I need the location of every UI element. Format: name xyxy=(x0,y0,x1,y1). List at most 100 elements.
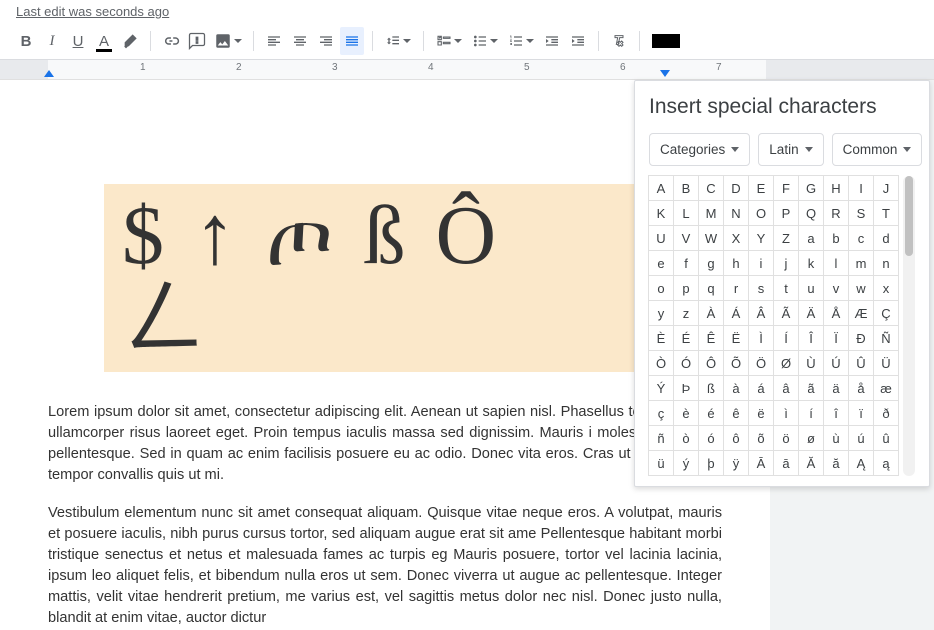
char-cell[interactable]: Ã xyxy=(773,300,799,326)
numbered-list-button[interactable] xyxy=(504,27,538,55)
char-cell[interactable]: b xyxy=(823,225,849,251)
char-cell[interactable]: a xyxy=(798,225,824,251)
char-cell[interactable]: à xyxy=(723,375,749,401)
char-cell[interactable]: f xyxy=(673,250,699,276)
char-cell[interactable]: ý xyxy=(673,450,699,476)
char-cell[interactable]: ð xyxy=(873,400,899,426)
char-cell[interactable]: D xyxy=(723,175,749,201)
char-cell[interactable]: Í xyxy=(773,325,799,351)
char-cell[interactable]: Ô xyxy=(698,350,724,376)
char-cell[interactable]: s xyxy=(748,275,774,301)
char-cell[interactable]: p xyxy=(673,275,699,301)
char-cell[interactable]: í xyxy=(798,400,824,426)
char-cell[interactable]: Þ xyxy=(673,375,699,401)
char-cell[interactable]: ò xyxy=(673,425,699,451)
align-right-button[interactable] xyxy=(314,27,338,55)
char-cell[interactable]: o xyxy=(648,275,674,301)
char-cell[interactable]: R xyxy=(823,200,849,226)
char-cell[interactable]: ñ xyxy=(648,425,674,451)
char-cell[interactable]: Q xyxy=(798,200,824,226)
first-line-indent[interactable] xyxy=(44,70,54,77)
char-cell[interactable]: A xyxy=(648,175,674,201)
char-cell[interactable]: Ê xyxy=(698,325,724,351)
char-cell[interactable]: g xyxy=(698,250,724,276)
char-cell[interactable]: Á xyxy=(723,300,749,326)
italic-button[interactable]: I xyxy=(40,27,64,55)
char-cell[interactable]: K xyxy=(648,200,674,226)
char-cell[interactable]: T xyxy=(873,200,899,226)
char-cell[interactable]: ß xyxy=(698,375,724,401)
char-cell[interactable]: ă xyxy=(823,450,849,476)
indent-button[interactable] xyxy=(566,27,590,55)
char-cell[interactable]: d xyxy=(873,225,899,251)
char-cell[interactable]: k xyxy=(798,250,824,276)
outdent-button[interactable] xyxy=(540,27,564,55)
char-cell[interactable]: Ñ xyxy=(873,325,899,351)
char-cell[interactable]: Ù xyxy=(798,350,824,376)
char-cell[interactable]: m xyxy=(848,250,874,276)
char-cell[interactable]: Ç xyxy=(873,300,899,326)
bulleted-list-button[interactable] xyxy=(468,27,502,55)
char-cell[interactable]: X xyxy=(723,225,749,251)
char-cell[interactable]: C xyxy=(698,175,724,201)
char-cell[interactable]: ÿ xyxy=(723,450,749,476)
char-cell[interactable]: Ë xyxy=(723,325,749,351)
redacted-button[interactable] xyxy=(648,27,684,55)
char-cell[interactable]: Z xyxy=(773,225,799,251)
highlight-button[interactable] xyxy=(118,27,142,55)
char-cell[interactable]: â xyxy=(773,375,799,401)
char-cell[interactable]: ą xyxy=(873,450,899,476)
char-cell[interactable]: ì xyxy=(773,400,799,426)
char-cell[interactable]: j xyxy=(773,250,799,276)
char-cell[interactable]: å xyxy=(848,375,874,401)
clear-formatting-button[interactable] xyxy=(607,27,631,55)
char-cell[interactable]: N xyxy=(723,200,749,226)
char-cell[interactable]: O xyxy=(748,200,774,226)
char-cell[interactable]: x xyxy=(873,275,899,301)
char-cell[interactable]: É xyxy=(673,325,699,351)
char-cell[interactable]: Î xyxy=(798,325,824,351)
char-cell[interactable]: V xyxy=(673,225,699,251)
char-cell[interactable]: i xyxy=(748,250,774,276)
insert-image-button[interactable] xyxy=(211,27,245,55)
subset-dropdown[interactable]: Common xyxy=(832,133,923,166)
char-cell[interactable]: c xyxy=(848,225,874,251)
char-cell[interactable]: î xyxy=(823,400,849,426)
char-cell[interactable]: Ă xyxy=(798,450,824,476)
char-cell[interactable]: Ï xyxy=(823,325,849,351)
char-cell[interactable]: È xyxy=(648,325,674,351)
char-cell[interactable]: á xyxy=(748,375,774,401)
char-cell[interactable]: ç xyxy=(648,400,674,426)
char-cell[interactable]: F xyxy=(773,175,799,201)
char-cell[interactable]: ô xyxy=(723,425,749,451)
checklist-button[interactable] xyxy=(432,27,466,55)
char-cell[interactable]: Ö xyxy=(748,350,774,376)
char-cell[interactable]: q xyxy=(698,275,724,301)
char-cell[interactable]: J xyxy=(873,175,899,201)
char-cell[interactable]: Ü xyxy=(873,350,899,376)
char-cell[interactable]: Û xyxy=(848,350,874,376)
insert-link-button[interactable] xyxy=(159,27,183,55)
char-cell[interactable]: Ú xyxy=(823,350,849,376)
char-cell[interactable]: U xyxy=(648,225,674,251)
char-cell[interactable]: À xyxy=(698,300,724,326)
char-cell[interactable]: v xyxy=(823,275,849,301)
char-cell[interactable]: Ā xyxy=(748,450,774,476)
char-cell[interactable]: Æ xyxy=(848,300,874,326)
char-cell[interactable]: n xyxy=(873,250,899,276)
align-left-button[interactable] xyxy=(262,27,286,55)
char-cell[interactable]: t xyxy=(773,275,799,301)
char-cell[interactable]: ö xyxy=(773,425,799,451)
char-cell[interactable]: Y xyxy=(748,225,774,251)
char-cell[interactable]: ü xyxy=(648,450,674,476)
char-cell[interactable]: y xyxy=(648,300,674,326)
text-color-button[interactable]: A xyxy=(92,27,116,55)
char-cell[interactable]: z xyxy=(673,300,699,326)
char-cell[interactable]: ê xyxy=(723,400,749,426)
char-cell[interactable]: e xyxy=(648,250,674,276)
underline-button[interactable]: U xyxy=(66,27,90,55)
char-cell[interactable]: l xyxy=(823,250,849,276)
char-cell[interactable]: ó xyxy=(698,425,724,451)
categories-dropdown[interactable]: Categories xyxy=(649,133,750,166)
insert-comment-button[interactable] xyxy=(185,27,209,55)
